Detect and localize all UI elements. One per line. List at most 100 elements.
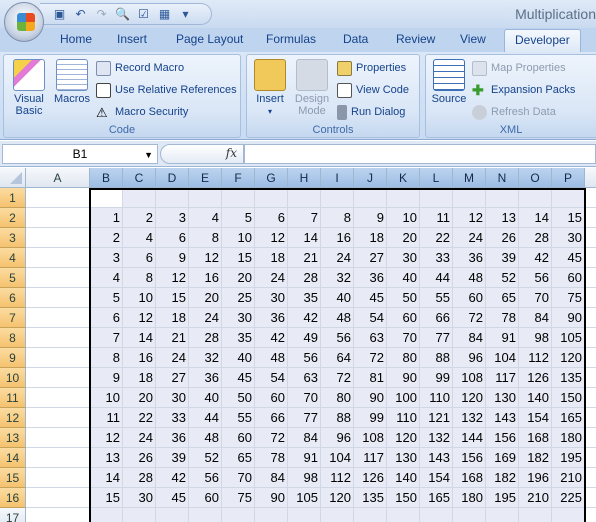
- cell-K6[interactable]: 50: [387, 288, 420, 308]
- cell-H12[interactable]: 77: [288, 408, 321, 428]
- cell-B16[interactable]: 15: [90, 488, 123, 508]
- cell-N5[interactable]: 52: [486, 268, 519, 288]
- cell-F14[interactable]: 65: [222, 448, 255, 468]
- cell-G8[interactable]: 42: [255, 328, 288, 348]
- column-header-C[interactable]: C: [123, 168, 156, 188]
- row-header-2[interactable]: 2: [0, 208, 26, 228]
- cell-B5[interactable]: 4: [90, 268, 123, 288]
- cell-F8[interactable]: 35: [222, 328, 255, 348]
- cell-H13[interactable]: 84: [288, 428, 321, 448]
- cell-F9[interactable]: 40: [222, 348, 255, 368]
- cell-H16[interactable]: 105: [288, 488, 321, 508]
- column-header-N[interactable]: N: [486, 168, 519, 188]
- cell-M16[interactable]: 180: [453, 488, 486, 508]
- cell-E10[interactable]: 36: [189, 368, 222, 388]
- cell-C8[interactable]: 14: [123, 328, 156, 348]
- row-header-14[interactable]: 14: [0, 448, 26, 468]
- map-properties-button[interactable]: Map Properties: [472, 59, 566, 77]
- cell-J6[interactable]: 45: [354, 288, 387, 308]
- tab-home[interactable]: Home: [60, 32, 92, 46]
- tab-view[interactable]: View: [460, 32, 486, 46]
- column-header-M[interactable]: M: [453, 168, 486, 188]
- cell-D10[interactable]: 27: [156, 368, 189, 388]
- cell-Q9[interactable]: [585, 348, 596, 368]
- cell-L9[interactable]: 88: [420, 348, 453, 368]
- tab-page-layout[interactable]: Page Layout: [176, 32, 243, 46]
- cell-J16[interactable]: 135: [354, 488, 387, 508]
- cell-I3[interactable]: 16: [321, 228, 354, 248]
- cell-F17[interactable]: [222, 508, 255, 522]
- row-header-12[interactable]: 12: [0, 408, 26, 428]
- tab-formulas[interactable]: Formulas: [266, 32, 316, 46]
- use-relative-references-button[interactable]: Use Relative References: [96, 81, 237, 99]
- cell-L11[interactable]: 110: [420, 388, 453, 408]
- cell-I1[interactable]: [321, 188, 354, 208]
- cell-L10[interactable]: 99: [420, 368, 453, 388]
- cell-P3[interactable]: 30: [552, 228, 585, 248]
- cell-J8[interactable]: 63: [354, 328, 387, 348]
- column-header-D[interactable]: D: [156, 168, 189, 188]
- cell-B9[interactable]: 8: [90, 348, 123, 368]
- cell-F5[interactable]: 20: [222, 268, 255, 288]
- cell-O14[interactable]: 182: [519, 448, 552, 468]
- cell-Q11[interactable]: [585, 388, 596, 408]
- row-header-10[interactable]: 10: [0, 368, 26, 388]
- cell-B12[interactable]: 11: [90, 408, 123, 428]
- cell-J14[interactable]: 117: [354, 448, 387, 468]
- cell-I5[interactable]: 32: [321, 268, 354, 288]
- cell-C6[interactable]: 10: [123, 288, 156, 308]
- cell-Q5[interactable]: [585, 268, 596, 288]
- cell-C1[interactable]: [123, 188, 156, 208]
- cell-D12[interactable]: 33: [156, 408, 189, 428]
- cell-G16[interactable]: 90: [255, 488, 288, 508]
- cell-P9[interactable]: 120: [552, 348, 585, 368]
- cell-L6[interactable]: 55: [420, 288, 453, 308]
- cell-A17[interactable]: [26, 508, 90, 522]
- cell-G11[interactable]: 60: [255, 388, 288, 408]
- cell-P7[interactable]: 90: [552, 308, 585, 328]
- cell-O13[interactable]: 168: [519, 428, 552, 448]
- row-header-5[interactable]: 5: [0, 268, 26, 288]
- cell-M1[interactable]: [453, 188, 486, 208]
- cell-J3[interactable]: 18: [354, 228, 387, 248]
- cell-A14[interactable]: [26, 448, 90, 468]
- cell-D1[interactable]: [156, 188, 189, 208]
- cell-P5[interactable]: 60: [552, 268, 585, 288]
- cell-J7[interactable]: 54: [354, 308, 387, 328]
- cell-M5[interactable]: 48: [453, 268, 486, 288]
- cell-G6[interactable]: 30: [255, 288, 288, 308]
- cell-G2[interactable]: 6: [255, 208, 288, 228]
- cell-P1[interactable]: [552, 188, 585, 208]
- refresh-data-button[interactable]: Refresh Data: [472, 103, 556, 121]
- cell-F15[interactable]: 70: [222, 468, 255, 488]
- cell-M17[interactable]: [453, 508, 486, 522]
- column-header-B[interactable]: B: [90, 168, 123, 188]
- cell-F2[interactable]: 5: [222, 208, 255, 228]
- cell-H14[interactable]: 91: [288, 448, 321, 468]
- cell-E1[interactable]: [189, 188, 222, 208]
- cell-P10[interactable]: 135: [552, 368, 585, 388]
- column-header-J[interactable]: J: [354, 168, 387, 188]
- cell-B14[interactable]: 13: [90, 448, 123, 468]
- properties-button[interactable]: Properties: [337, 59, 406, 77]
- cell-K17[interactable]: [387, 508, 420, 522]
- cell-H5[interactable]: 28: [288, 268, 321, 288]
- cell-L5[interactable]: 44: [420, 268, 453, 288]
- cell-Q6[interactable]: [585, 288, 596, 308]
- cell-F7[interactable]: 30: [222, 308, 255, 328]
- cell-D6[interactable]: 15: [156, 288, 189, 308]
- cell-J1[interactable]: [354, 188, 387, 208]
- cell-G9[interactable]: 48: [255, 348, 288, 368]
- cell-M9[interactable]: 96: [453, 348, 486, 368]
- cell-Q16[interactable]: [585, 488, 596, 508]
- cell-P6[interactable]: 75: [552, 288, 585, 308]
- cell-H6[interactable]: 35: [288, 288, 321, 308]
- cell-F3[interactable]: 10: [222, 228, 255, 248]
- cell-O12[interactable]: 154: [519, 408, 552, 428]
- cell-N14[interactable]: 169: [486, 448, 519, 468]
- cell-P12[interactable]: 165: [552, 408, 585, 428]
- cell-A2[interactable]: [26, 208, 90, 228]
- cell-O7[interactable]: 84: [519, 308, 552, 328]
- cell-N7[interactable]: 78: [486, 308, 519, 328]
- cell-J9[interactable]: 72: [354, 348, 387, 368]
